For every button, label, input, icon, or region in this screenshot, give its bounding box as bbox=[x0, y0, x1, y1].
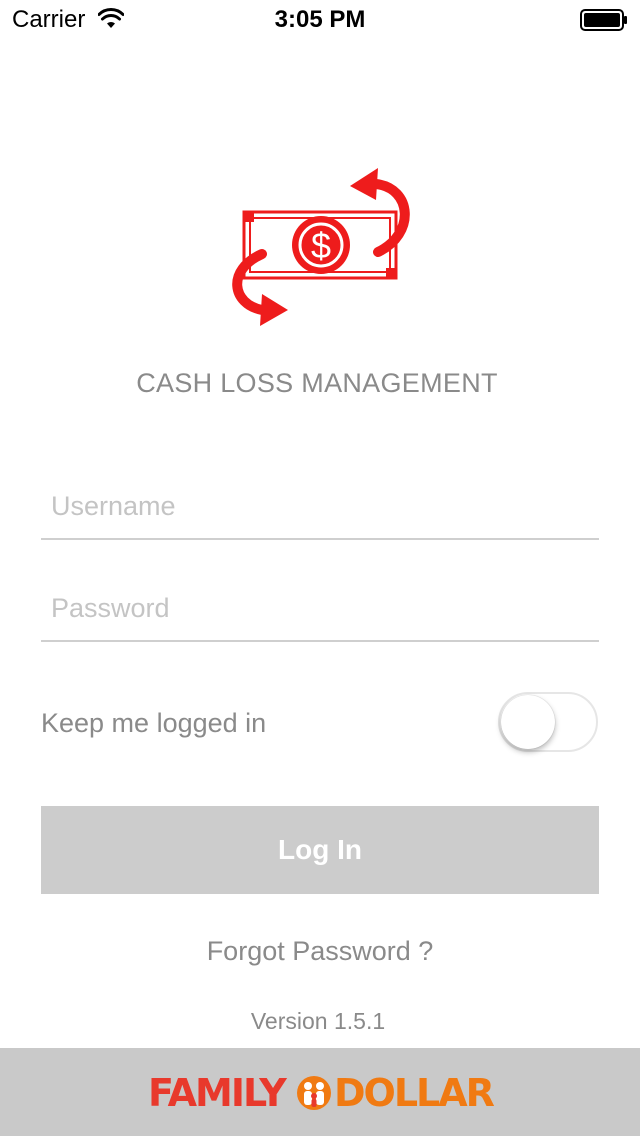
footer-bar: FAMILY DOLLAR bbox=[0, 1048, 640, 1136]
password-input[interactable] bbox=[51, 588, 591, 628]
brand-family-text: FAMILY bbox=[148, 1071, 287, 1115]
forgot-password-link[interactable]: Forgot Password ? bbox=[0, 936, 640, 967]
battery-full-icon bbox=[580, 9, 627, 31]
family-dollar-logo: FAMILY DOLLAR bbox=[148, 1070, 495, 1116]
cash-exchange-icon: $ bbox=[232, 168, 410, 326]
brand-dollar-text: DOLLAR bbox=[334, 1071, 495, 1115]
family-dollar-mark-icon bbox=[297, 1076, 331, 1110]
password-field bbox=[41, 580, 599, 642]
dollar-sign: $ bbox=[311, 225, 331, 266]
clock: 3:05 PM bbox=[274, 6, 366, 33]
version-label: Version 1.5.1 bbox=[250, 1008, 386, 1034]
login-button[interactable]: Log In bbox=[41, 806, 599, 894]
username-field bbox=[41, 478, 599, 540]
login-screen: Carrier 3:05 PM $ CASH LOSS MANAGEMENT U… bbox=[0, 0, 640, 1136]
username-input[interactable] bbox=[51, 486, 591, 526]
keep-logged-in-toggle[interactable] bbox=[498, 692, 598, 752]
toggle-knob bbox=[501, 695, 555, 749]
keep-logged-in-label: Keep me logged in bbox=[41, 708, 267, 738]
status-bar: Carrier 3:05 PM bbox=[0, 0, 640, 40]
app-title: CASH LOSS MANAGEMENT bbox=[136, 368, 498, 398]
